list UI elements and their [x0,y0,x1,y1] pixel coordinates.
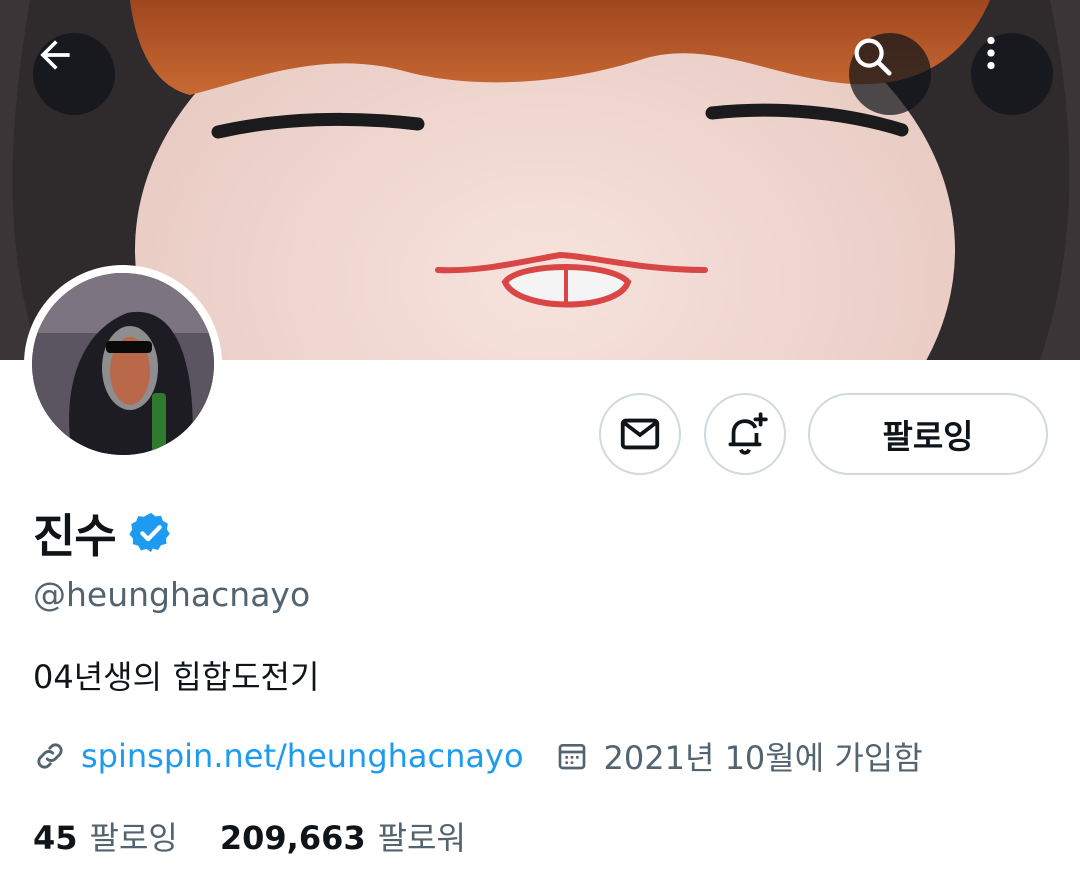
following-stat[interactable]: 45 팔로잉 [33,813,178,859]
user-handle: @heunghacnayo [33,575,311,614]
following-count: 45 [33,819,78,857]
display-name: 진수 [33,509,117,563]
more-options-button[interactable] [971,33,1053,115]
join-date: 2021년 10월에 가입함 [556,733,923,779]
more-vertical-icon [987,36,995,70]
search-icon [854,38,892,76]
mail-icon [620,418,660,450]
name-row: 진수 [33,500,174,566]
arrow-left-icon [40,40,70,70]
message-button[interactable] [599,393,681,475]
avatar-image [32,273,214,455]
following-button[interactable]: 팔로잉 [808,393,1048,475]
profile-avatar[interactable] [24,265,222,463]
join-date-text: 2021년 10월에 가입함 [603,739,923,777]
followers-label: 팔로워 [377,819,466,857]
calendar-icon [558,744,585,770]
followers-stat[interactable]: 209,663 팔로워 [220,813,466,859]
website-link[interactable]: spinspin.net/heunghacnayo [81,737,524,775]
followers-count: 209,663 [219,819,366,857]
profile-bio: 04년생의 힙합도전기 [33,658,320,696]
bell-plus-icon [728,412,768,455]
back-button[interactable] [33,33,115,115]
profile-meta: spinspin.net/heunghacnayo 2021년 10월에 가입함 [33,733,923,779]
verified-badge-icon[interactable] [128,510,174,556]
following-label: 팔로잉 [89,819,178,857]
notifications-button[interactable] [704,393,786,475]
follow-stats: 45 팔로잉 209,663 팔로워 [33,813,466,859]
link-icon [37,743,63,769]
search-button[interactable] [849,33,931,115]
profile-website[interactable]: spinspin.net/heunghacnayo [33,737,524,775]
